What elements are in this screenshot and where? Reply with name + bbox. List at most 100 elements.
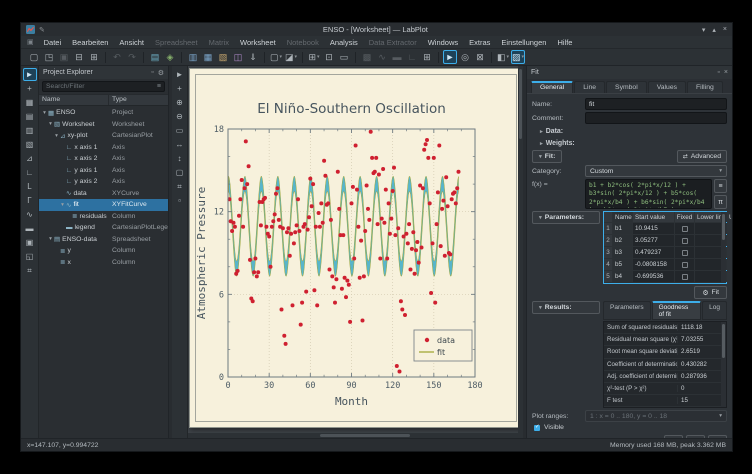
crosshair-tool-icon[interactable]: + — [23, 82, 37, 95]
tab-line[interactable]: Line — [574, 81, 605, 93]
filter-icon[interactable]: ≡ — [157, 83, 161, 90]
new-datapicker-icon[interactable]: ◈ — [163, 50, 177, 64]
plot-icon[interactable]: ⊿ — [23, 152, 37, 165]
ws-box-icon[interactable]: ▢ — [173, 166, 187, 179]
menu-windows[interactable]: Windows — [423, 37, 463, 48]
add-curve-icon[interactable]: ∿ — [375, 50, 389, 64]
run-fit-button[interactable]: ⚙Fit — [694, 286, 727, 299]
visible-checkbox[interactable] — [534, 425, 540, 431]
param-row-b1[interactable]: 1b110.9415 — [604, 223, 721, 235]
ws-zoom-fit-icon[interactable]: ▭ — [173, 124, 187, 137]
ws-shift-y-icon[interactable]: ↕ — [173, 152, 187, 165]
data-section-toggle[interactable]: ▸Data: — [532, 126, 727, 136]
comment-field[interactable] — [585, 112, 727, 124]
axis-icon[interactable]: ∟ — [23, 166, 37, 179]
new-worksheet-icon[interactable]: ▧ — [216, 50, 230, 64]
fixed-checkbox[interactable] — [682, 250, 688, 256]
print-icon[interactable]: ⊟ — [72, 50, 86, 64]
layout-dropdown[interactable]: ⊞▾ — [307, 50, 321, 64]
workbook-icon[interactable]: ▦ — [23, 96, 37, 109]
advanced-button[interactable]: ⇄Advanced — [677, 150, 727, 163]
cursor-tool-icon[interactable]: ► — [23, 68, 37, 81]
ws-select-icon[interactable]: ► — [173, 68, 187, 81]
results-section-toggle[interactable]: ▾Results: — [532, 301, 600, 314]
parameters-scrollbar[interactable] — [721, 212, 726, 283]
tree-row-fit[interactable]: ▾∿fitXYFitCurve — [39, 199, 168, 211]
parameters-table[interactable]: NameStart valueFixedLower limitUpper lim… — [603, 211, 727, 284]
dock-float-icon[interactable]: ▫ — [717, 69, 719, 76]
tree-row-y-axis-2[interactable]: ∟y axis 2Axis — [39, 176, 168, 188]
grid-icon[interactable]: ⊞ — [420, 50, 434, 64]
menu-notebook[interactable]: Notebook — [282, 37, 324, 48]
worksheet-view[interactable]: 0306090120150180061218El Niño-Southern O… — [188, 66, 523, 438]
param-row-b3[interactable]: 3b30.479237 — [604, 247, 721, 259]
fixed-checkbox[interactable] — [682, 262, 688, 268]
tree-row-residuals[interactable]: ≣residualsColumn — [39, 211, 168, 223]
app-menu-icon[interactable]: ▣ — [27, 38, 34, 46]
menu-spreadsheet[interactable]: Spreadsheet — [150, 37, 203, 48]
zoom-mode-button[interactable]: ◎ — [458, 50, 472, 64]
new-project-icon[interactable]: ▢ — [27, 50, 41, 64]
expander-icon[interactable]: ▾ — [41, 110, 48, 116]
import-dropdown[interactable]: ◪▾ — [284, 50, 298, 64]
matrix-icon[interactable]: ▥ — [23, 124, 37, 137]
tree-row-xy-plot[interactable]: ▾⊿xy-plotCartesianPlot — [39, 130, 168, 142]
dock-settings-icon[interactable]: ⚙ — [158, 69, 164, 77]
close-button[interactable]: × — [723, 26, 727, 34]
fixed-checkbox[interactable] — [682, 274, 688, 280]
functions-button[interactable]: ≡ — [714, 179, 727, 193]
ws-crosshair-icon[interactable]: + — [173, 82, 187, 95]
worksheet-vscrollbar[interactable] — [518, 66, 523, 438]
print-preview-icon[interactable]: ⊞ — [87, 50, 101, 64]
tree-row-y[interactable]: ≣yColumn — [39, 245, 168, 257]
ws-shift-x-icon[interactable]: ↔ — [173, 138, 187, 151]
constants-button[interactable]: π — [714, 195, 727, 209]
select-region-button[interactable]: ⊠ — [473, 50, 487, 64]
menu-bearbeiten[interactable]: Bearbeiten — [67, 37, 113, 48]
tab-goodness-of-fit[interactable]: Goodness of fit — [652, 301, 702, 320]
fit-section-toggle[interactable]: ▾Fit: — [532, 150, 562, 163]
ws-zoom-in-icon[interactable]: ⊕ — [173, 96, 187, 109]
menu-matrix[interactable]: Matrix — [204, 37, 234, 48]
expander-icon[interactable]: ▾ — [59, 202, 66, 208]
presenter-dropdown[interactable]: ▨▾ — [511, 50, 525, 64]
results-scrollbar[interactable] — [721, 322, 726, 407]
menu-einstellungen[interactable]: Einstellungen — [496, 37, 551, 48]
new-workbook-icon[interactable]: ▤ — [148, 50, 162, 64]
new-notebook-icon[interactable]: ◫ — [231, 50, 245, 64]
dock-close-icon[interactable]: × — [724, 69, 728, 76]
tab-values[interactable]: Values — [648, 81, 686, 93]
ws-snap-icon[interactable]: ▫ — [173, 194, 187, 207]
menu-datei[interactable]: Datei — [39, 37, 67, 48]
param-row-b4[interactable]: 5b4-0.699536 — [604, 271, 721, 283]
zoom-fit-icon[interactable]: ⊡ — [322, 50, 336, 64]
new-matrix-icon[interactable]: ▦ — [201, 50, 215, 64]
plot-ranges-dropdown[interactable]: 1 : x = 0 .. 180, y = 0 .. 18▾ — [585, 410, 727, 422]
zoom-select-icon[interactable]: ▭ — [337, 50, 351, 64]
tab-parameters[interactable]: Parameters — [603, 301, 651, 320]
tree-row-x-axis-1[interactable]: ∟x axis 1Axis — [39, 142, 168, 154]
tree-row-enso[interactable]: ▾▦ENSOProject — [39, 107, 168, 119]
tab-general[interactable]: General — [531, 81, 573, 93]
menu-ansicht[interactable]: Ansicht — [114, 37, 149, 48]
tree-row-x[interactable]: ≣xColumn — [39, 257, 168, 269]
tree-col-type[interactable]: Type — [109, 95, 168, 105]
info-element-icon[interactable]: ⌗ — [23, 264, 37, 277]
save-project-icon[interactable]: ▣ — [57, 50, 71, 64]
image-icon[interactable]: ◱ — [23, 250, 37, 263]
tab-filling[interactable]: Filling — [687, 81, 723, 93]
undo-icon[interactable]: ↶ — [110, 50, 124, 64]
new-spreadsheet-icon[interactable]: ▥ — [186, 50, 200, 64]
weights-section-toggle[interactable]: ▸Weights: — [532, 138, 727, 148]
formula-editor[interactable]: b1 + b2*cos( 2*pi*x/12 ) + b3*sin( 2*pi*… — [585, 179, 712, 209]
name-field[interactable] — [585, 98, 727, 110]
fixed-checkbox[interactable] — [682, 238, 688, 244]
tree-row-enso-data[interactable]: ▾▤ENSO-dataSpreadsheet — [39, 234, 168, 246]
open-project-icon[interactable]: ◳ — [42, 50, 56, 64]
text-label-icon[interactable]: ▣ — [23, 236, 37, 249]
tab-log[interactable]: Log — [702, 301, 727, 320]
minimize-button[interactable]: ▾ — [702, 26, 706, 34]
tab-symbol[interactable]: Symbol — [606, 81, 647, 93]
ws-zoom-out-icon[interactable]: ⊖ — [173, 110, 187, 123]
x-axis-icon[interactable]: L — [23, 180, 37, 193]
